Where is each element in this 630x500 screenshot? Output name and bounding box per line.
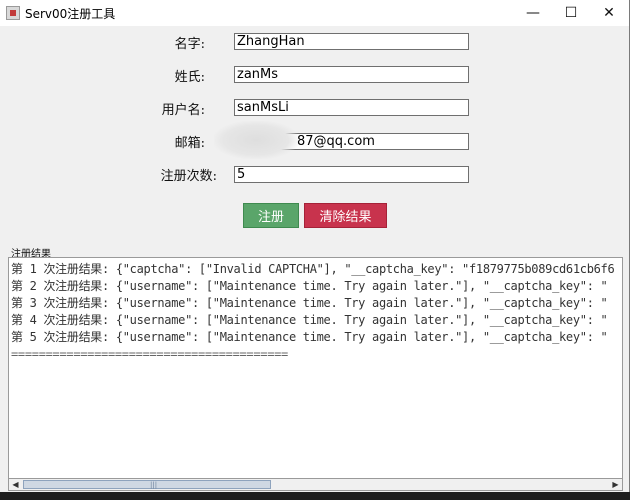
register-button[interactable]: 注册 [243, 203, 299, 228]
title-bar[interactable]: Serv00注册工具 — ☐ ✕ [0, 0, 629, 26]
background-strip [0, 492, 630, 500]
horizontal-scrollbar[interactable]: ◀ ||| ▶ [8, 478, 623, 491]
result-line: 第 5 次注册结果: {"username": ["Maintenance ti… [11, 330, 608, 344]
result-line: 第 2 次注册结果: {"username": ["Maintenance ti… [11, 279, 608, 293]
last-name-field[interactable]: zanMs [234, 66, 469, 83]
scroll-left-icon[interactable]: ◀ [9, 479, 22, 490]
maximize-icon[interactable]: ☐ [552, 0, 590, 26]
minimize-icon[interactable]: — [514, 0, 552, 26]
close-icon[interactable]: ✕ [590, 0, 628, 26]
window-title: Serv00注册工具 [25, 7, 116, 21]
scroll-right-icon[interactable]: ▶ [609, 479, 622, 490]
username-label: 用户名: [161, 103, 205, 118]
register-count-label: 注册次数: [160, 169, 217, 184]
result-line: 第 1 次注册结果: {"captcha": ["Invalid CAPTCHA… [11, 262, 615, 276]
register-count-field[interactable]: 5 [234, 166, 469, 183]
result-line: 第 3 次注册结果: {"username": ["Maintenance ti… [11, 296, 608, 310]
scrollbar-grip-icon: ||| [150, 481, 158, 489]
first-name-field[interactable]: ZhangHan [234, 33, 469, 50]
email-label: 邮箱: [174, 136, 205, 151]
redaction-blur [214, 121, 298, 159]
result-line: 第 4 次注册结果: {"username": ["Maintenance ti… [11, 313, 608, 327]
results-textarea[interactable]: 第 1 次注册结果: {"captcha": ["Invalid CAPTCHA… [8, 257, 623, 479]
first-name-label: 名字: [174, 37, 205, 52]
username-field[interactable]: sanMsLi [234, 99, 469, 116]
result-divider: ======================================== [11, 347, 288, 361]
clear-results-button[interactable]: 清除结果 [304, 203, 387, 228]
app-window: Serv00注册工具 — ☐ ✕ 名字: ZhangHan 姓氏: zanMs … [0, 0, 630, 492]
scrollbar-thumb[interactable]: ||| [23, 480, 271, 489]
app-icon [6, 6, 20, 20]
last-name-label: 姓氏: [174, 70, 205, 85]
